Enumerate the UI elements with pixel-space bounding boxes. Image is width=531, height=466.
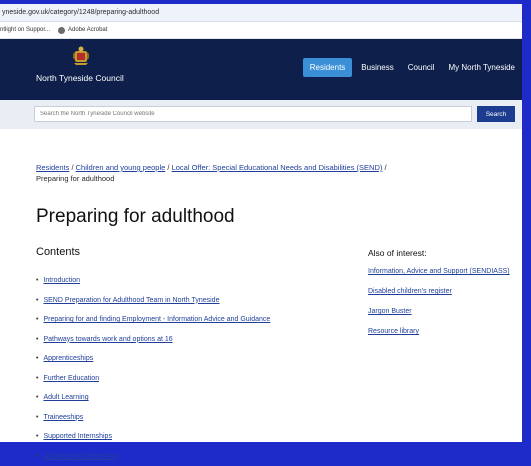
nav-business[interactable]: Business: [354, 58, 400, 77]
breadcrumb-separator: /: [167, 163, 169, 172]
search-input[interactable]: [34, 106, 472, 122]
contents-item: SEND Preparation for Adulthood Team in N…: [36, 291, 270, 311]
breadcrumb-separator: /: [384, 163, 386, 172]
main-nav: Residents Business Council My North Tyne…: [303, 58, 522, 77]
contents-item: Traineeships: [36, 408, 270, 428]
breadcrumb-separator: /: [71, 163, 73, 172]
contents-item: Further Education: [36, 369, 270, 389]
also-of-interest-list: Information, Advice and Support (SENDIAS…: [368, 267, 516, 337]
bookmark-label: ntlight on Suppor...: [0, 22, 50, 38]
contents-link-distance-e-learning[interactable]: Distance and e-learning: [43, 453, 117, 460]
bookmark-adobe-acrobat[interactable]: Adobe Acrobat: [58, 22, 107, 38]
bookmark-label: Adobe Acrobat: [68, 22, 107, 38]
contents-item: Preparing for and finding Employment - I…: [36, 310, 270, 330]
contents-list: Introduction SEND Preparation for Adulth…: [36, 271, 270, 466]
contents-item: Introduction: [36, 271, 270, 291]
page-title: Preparing for adulthood: [36, 206, 235, 228]
search-bar: Search: [0, 100, 522, 129]
also-link-jargon-buster[interactable]: Jargon Buster: [368, 307, 516, 317]
breadcrumb-children-young-people[interactable]: Children and young people: [76, 163, 166, 172]
nav-council[interactable]: Council: [401, 58, 442, 77]
nav-my-north-tyneside[interactable]: My North Tyneside: [441, 58, 522, 77]
site-header: North Tyneside Council Residents Busines…: [0, 39, 522, 100]
contents-link-send-team[interactable]: SEND Preparation for Adulthood Team in N…: [43, 297, 219, 304]
contents-item: Apprenticeships: [36, 349, 270, 369]
council-crest-icon[interactable]: [72, 46, 90, 66]
bookmark-spotlight[interactable]: ntlight on Suppor...: [0, 22, 50, 38]
contents-link-apprenticeships[interactable]: Apprenticeships: [43, 355, 93, 362]
also-link-resource-library[interactable]: Resource library: [368, 327, 516, 337]
contents-item: Distance and e-learning: [36, 447, 270, 466]
contents-link-traineeships[interactable]: Traineeships: [43, 414, 83, 421]
contents-link-pathways[interactable]: Pathways towards work and options at 16: [43, 336, 172, 343]
url-text[interactable]: yneside.gov.uk/category/1248/preparing-a…: [2, 9, 159, 16]
search-button[interactable]: Search: [477, 106, 515, 122]
address-bar[interactable]: yneside.gov.uk/category/1248/preparing-a…: [0, 4, 522, 22]
also-of-interest-heading: Also of interest:: [368, 248, 427, 258]
breadcrumb: Residents / Children and young people / …: [36, 162, 506, 184]
bookmarks-bar: ntlight on Suppor... Adobe Acrobat: [0, 22, 522, 39]
contents-link-supported-internships[interactable]: Supported Internships: [43, 433, 112, 440]
contents-link-further-education[interactable]: Further Education: [43, 375, 99, 382]
also-link-disabled-register[interactable]: Disabled children's register: [368, 287, 516, 297]
also-link-sendiass[interactable]: Information, Advice and Support (SENDIAS…: [368, 267, 516, 277]
contents-link-adult-learning[interactable]: Adult Learning: [43, 394, 88, 401]
breadcrumb-current: Preparing for adulthood: [36, 174, 114, 183]
breadcrumb-residents[interactable]: Residents: [36, 163, 69, 172]
globe-icon: [58, 27, 65, 34]
contents-item: Adult Learning: [36, 388, 270, 408]
council-name[interactable]: North Tyneside Council: [36, 73, 124, 83]
breadcrumb-local-offer-send[interactable]: Local Offer: Special Educational Needs a…: [172, 163, 383, 172]
contents-item: Pathways towards work and options at 16: [36, 330, 270, 350]
contents-link-employment[interactable]: Preparing for and finding Employment - I…: [43, 316, 270, 323]
contents-link-introduction[interactable]: Introduction: [43, 277, 80, 284]
contents-heading: Contents: [36, 246, 80, 258]
nav-residents[interactable]: Residents: [303, 58, 353, 77]
contents-item: Supported Internships: [36, 427, 270, 447]
